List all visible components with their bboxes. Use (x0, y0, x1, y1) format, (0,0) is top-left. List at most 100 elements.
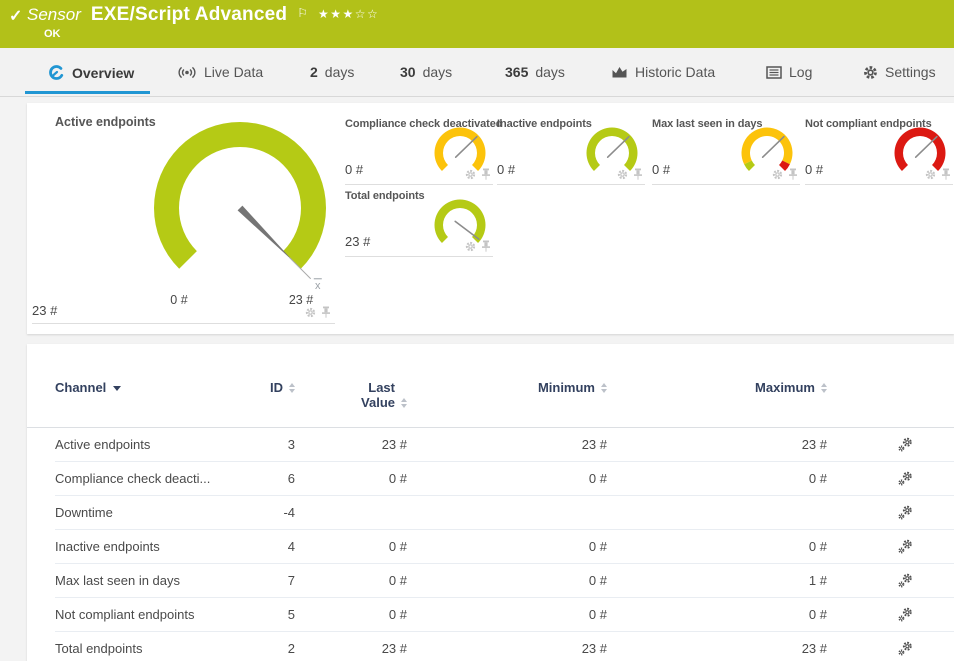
cell-maximum: 0 # (607, 607, 827, 622)
cell-last-value: 0 # (295, 539, 407, 554)
channel-table-body: Active endpoints323 #23 #23 # Compliance… (55, 428, 954, 661)
sort-desc-icon (113, 386, 121, 391)
column-header-channel[interactable]: Channel (55, 380, 245, 395)
tab-settings[interactable]: Settings (863, 64, 936, 80)
column-label: Last Value (361, 380, 395, 410)
sensor-title-row: Sensor EXE/Script Advanced ⚐ ★★★☆☆ (27, 4, 379, 26)
table-row: Active endpoints323 #23 #23 # (55, 428, 954, 462)
channel-settings-gears-icon[interactable] (898, 573, 913, 588)
gear-icon (863, 65, 878, 80)
channel-settings (827, 437, 954, 452)
gear-icon[interactable] (465, 169, 476, 180)
column-label: Channel (55, 380, 106, 395)
channel-settings-gears-icon[interactable] (898, 505, 913, 520)
tab-historic-data[interactable]: Historic Data (611, 64, 715, 80)
channel-settings-gears-icon[interactable] (898, 539, 913, 554)
cell-maximum: 23 # (607, 437, 827, 452)
cell-minimum: 23 # (407, 437, 607, 452)
gauge-actions (617, 168, 643, 180)
sensor-header: ✓ Sensor EXE/Script Advanced ⚐ ★★★☆☆ OK (0, 0, 954, 48)
tab-label: days (423, 64, 453, 80)
gauge-value: 0 # (652, 162, 670, 177)
gear-icon[interactable] (617, 169, 628, 180)
tab-label: Live Data (204, 64, 263, 80)
channel-settings-gears-icon[interactable] (898, 471, 913, 486)
cell-id: 5 (245, 607, 295, 622)
channel-settings-gears-icon[interactable] (898, 607, 913, 622)
table-row: Not compliant endpoints50 #0 #0 # (55, 598, 954, 632)
priority-rating[interactable]: ★★★☆☆ (318, 4, 379, 21)
channel-table-header: Channel ID Last Value Minimum Maximum (55, 380, 954, 427)
gauge-actions (465, 240, 491, 252)
tab-365-days[interactable]: 365 days (505, 64, 565, 80)
status-badge: OK (44, 28, 61, 40)
gear-icon[interactable] (925, 169, 936, 180)
channel-settings (827, 607, 954, 622)
cell-id: 2 (245, 641, 295, 656)
tab-2-days[interactable]: 2 days (310, 64, 354, 80)
cell-channel: Compliance check deacti... (55, 471, 245, 486)
column-header-maximum[interactable]: Maximum (607, 380, 827, 395)
gauge-title: Inactive endpoints (497, 118, 592, 130)
pin-icon[interactable] (481, 240, 491, 252)
channel-settings (827, 641, 954, 656)
gear-icon[interactable] (305, 307, 316, 318)
column-label: Minimum (538, 380, 595, 395)
tab-overview[interactable]: Overview (48, 64, 134, 81)
status-ok-check-icon: ✓ (9, 6, 22, 26)
gauge-cell-compliance-check-deactivated: Compliance check deactivated0 # (345, 118, 493, 185)
tab-label: days (325, 64, 355, 80)
tab-label: days (535, 64, 565, 80)
cell-maximum: 0 # (607, 539, 827, 554)
flag-icon[interactable]: ⚐ (297, 4, 308, 20)
tab-number: 2 (310, 64, 318, 80)
pin-icon[interactable] (321, 306, 331, 318)
column-label: ID (270, 380, 283, 395)
tab-log[interactable]: Log (766, 64, 812, 80)
divider (32, 323, 335, 324)
cell-last-value: 0 # (295, 607, 407, 622)
table-row: Compliance check deacti...60 #0 #0 # (55, 462, 954, 496)
gauge-actions (925, 168, 951, 180)
gear-icon[interactable] (772, 169, 783, 180)
column-header-id[interactable]: ID (245, 380, 295, 395)
cell-last-value: 0 # (295, 573, 407, 588)
cell-minimum: 0 # (407, 607, 607, 622)
column-header-last-value[interactable]: Last Value (295, 380, 407, 410)
active-tab-underline (25, 91, 150, 94)
pin-icon[interactable] (481, 168, 491, 180)
pin-icon[interactable] (941, 168, 951, 180)
channel-settings (827, 539, 954, 554)
channel-settings (827, 471, 954, 486)
cell-id: 7 (245, 573, 295, 588)
channel-settings (827, 505, 954, 520)
column-label: Maximum (755, 380, 815, 395)
table-row: Total endpoints223 #23 #23 # (55, 632, 954, 661)
active-endpoints-gauge[interactable]: x (140, 103, 350, 293)
cell-channel: Inactive endpoints (55, 539, 245, 554)
cell-minimum: 0 # (407, 573, 607, 588)
table-row: Inactive endpoints40 #0 #0 # (55, 530, 954, 564)
pin-icon[interactable] (633, 168, 643, 180)
tab-live-data[interactable]: Live Data (177, 64, 263, 80)
cell-channel: Max last seen in days (55, 573, 245, 588)
cell-last-value: 23 # (295, 641, 407, 656)
cell-maximum: 23 # (607, 641, 827, 656)
channel-settings-gears-icon[interactable] (898, 641, 913, 656)
gauge-value: 23 # (32, 303, 57, 318)
live-data-icon (177, 65, 197, 80)
tab-label: Log (789, 64, 812, 80)
gauge-cell-not-compliant-endpoints: Not compliant endpoints0 # (805, 118, 953, 185)
gear-icon[interactable] (465, 241, 476, 252)
log-icon (766, 66, 782, 79)
cell-channel: Not compliant endpoints (55, 607, 245, 622)
cell-channel: Total endpoints (55, 641, 245, 656)
cell-id: 4 (245, 539, 295, 554)
tab-30-days[interactable]: 30 days (400, 64, 452, 80)
svg-text:x: x (315, 280, 321, 292)
channel-settings-gears-icon[interactable] (898, 437, 913, 452)
column-header-minimum[interactable]: Minimum (407, 380, 607, 395)
gauge-value: 23 # (345, 234, 370, 249)
pin-icon[interactable] (788, 168, 798, 180)
tab-number: 30 (400, 64, 416, 80)
